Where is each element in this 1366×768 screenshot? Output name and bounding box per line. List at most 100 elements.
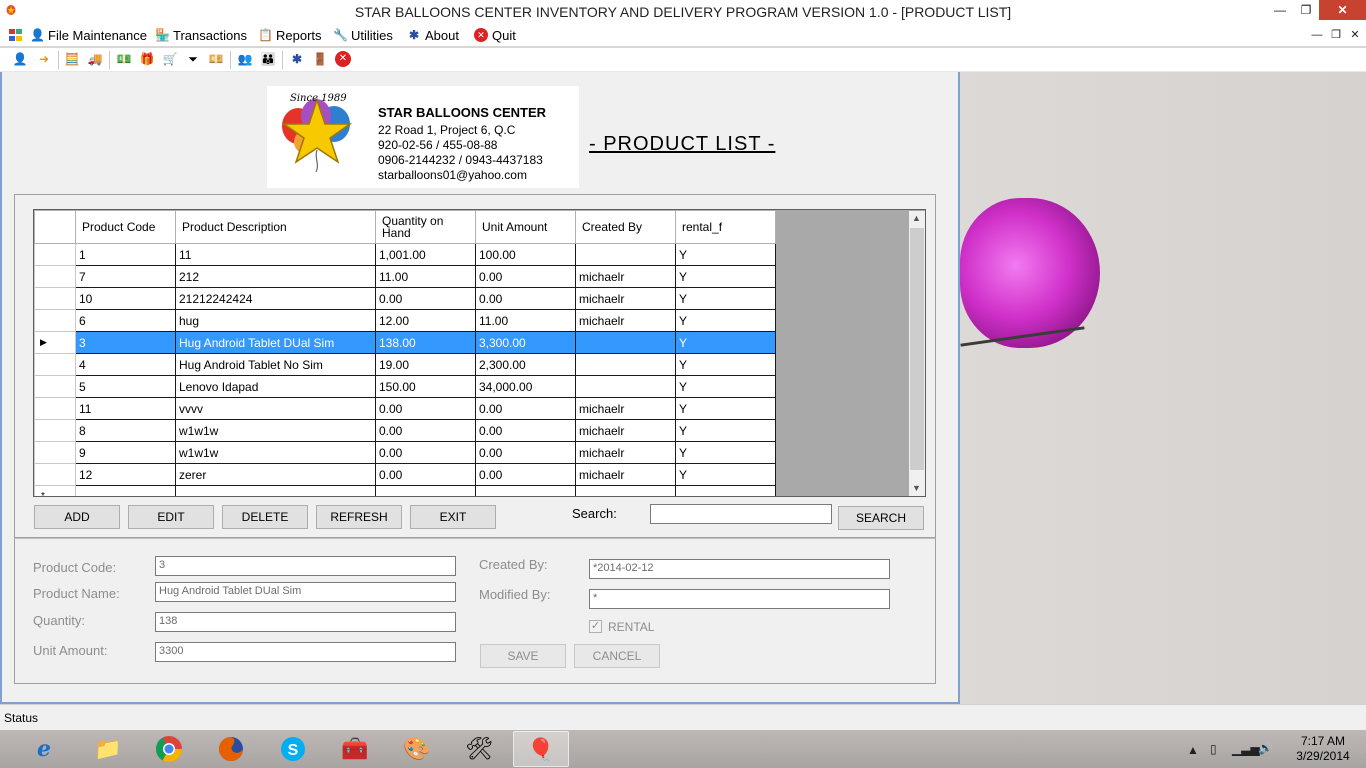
- column-header-product-description[interactable]: Product Description: [175, 210, 376, 244]
- table-cell[interactable]: 12.00: [375, 309, 476, 332]
- table-cell[interactable]: hug: [175, 309, 376, 332]
- mdi-minimize-button[interactable]: —: [1308, 26, 1326, 44]
- modified-by-field[interactable]: *: [589, 589, 890, 609]
- scroll-up-icon[interactable]: ▲: [912, 213, 921, 223]
- table-row[interactable]: 8 w1w1w 0.00 0.00 michaelr Y: [34, 419, 776, 442]
- firefox-icon[interactable]: [203, 731, 259, 767]
- app-icon[interactable]: 🧰: [327, 731, 383, 767]
- table-cell[interactable]: 7: [75, 265, 176, 288]
- system-clock[interactable]: 7:17 AM 3/29/2014: [1285, 734, 1361, 764]
- signal-icon[interactable]: ▁▃▅: [1232, 742, 1260, 756]
- table-cell[interactable]: 0.00: [375, 287, 476, 310]
- row-header[interactable]: [34, 243, 76, 266]
- table-cell[interactable]: 0.00: [475, 287, 576, 310]
- explorer-icon[interactable]: 📁: [80, 731, 136, 767]
- battery-icon[interactable]: ▯: [1210, 742, 1217, 756]
- table-cell[interactable]: Y: [675, 331, 776, 354]
- table-cell[interactable]: 0.00: [375, 441, 476, 464]
- column-header-quantity[interactable]: Quantity on Hand: [375, 210, 476, 244]
- cancel-button[interactable]: CANCEL: [574, 644, 660, 668]
- table-cell[interactable]: michaelr: [575, 309, 676, 332]
- row-header[interactable]: [34, 397, 76, 420]
- table-cell[interactable]: 19.00: [375, 353, 476, 376]
- mdi-restore-button[interactable]: ❐: [1327, 26, 1345, 44]
- table-cell[interactable]: [675, 485, 776, 496]
- table-cell[interactable]: 138.00: [375, 331, 476, 354]
- unit-amount-field[interactable]: 3300: [155, 642, 456, 662]
- gift-icon[interactable]: 🎁: [139, 51, 155, 67]
- balloon-app-icon[interactable]: 🎈: [513, 731, 569, 767]
- table-cell[interactable]: 9: [75, 441, 176, 464]
- row-header[interactable]: [34, 441, 76, 464]
- table-cell[interactable]: 0.00: [475, 265, 576, 288]
- table-cell[interactable]: zerer: [175, 463, 376, 486]
- table-cell[interactable]: 3: [75, 331, 176, 354]
- money-icon[interactable]: 💵: [116, 51, 132, 67]
- table-cell[interactable]: 0.00: [475, 419, 576, 442]
- table-row[interactable]: 9 w1w1w 0.00 0.00 michaelr Y: [34, 441, 776, 464]
- user-icon[interactable]: 👤: [12, 51, 28, 67]
- table-cell[interactable]: 11: [175, 243, 376, 266]
- cart-icon[interactable]: 🛒: [162, 51, 178, 67]
- close-circle-icon[interactable]: ✕: [335, 51, 351, 67]
- table-cell[interactable]: 212: [175, 265, 376, 288]
- table-cell[interactable]: Y: [675, 441, 776, 464]
- table-cell[interactable]: Y: [675, 419, 776, 442]
- table-cell[interactable]: 10: [75, 287, 176, 310]
- exit-button[interactable]: EXIT: [410, 505, 496, 529]
- table-cell[interactable]: 0.00: [375, 397, 476, 420]
- table-cell[interactable]: [575, 353, 676, 376]
- info-icon[interactable]: ✱: [289, 51, 305, 67]
- table-row[interactable]: 1 11 1,001.00 100.00 Y: [34, 243, 776, 266]
- table-cell[interactable]: 4: [75, 353, 176, 376]
- column-header-product-code[interactable]: Product Code: [75, 210, 176, 244]
- delete-button[interactable]: DELETE: [222, 505, 308, 529]
- table-row[interactable]: 4 Hug Android Tablet No Sim 19.00 2,300.00 Y: [34, 353, 776, 376]
- close-button[interactable]: ✕: [1319, 0, 1366, 20]
- table-cell[interactable]: [75, 485, 176, 496]
- menu-quit[interactable]: ✕ Quit: [474, 27, 516, 43]
- edit-button[interactable]: EDIT: [128, 505, 214, 529]
- table-cell[interactable]: Y: [675, 265, 776, 288]
- table-cell[interactable]: w1w1w: [175, 441, 376, 464]
- calculator-icon[interactable]: 🧮: [64, 51, 80, 67]
- add-button[interactable]: ADD: [34, 505, 120, 529]
- table-cell[interactable]: vvvv: [175, 397, 376, 420]
- refresh-button[interactable]: REFRESH: [316, 505, 402, 529]
- volume-icon[interactable]: 🔊: [1258, 741, 1273, 755]
- group-icon[interactable]: 👪: [260, 51, 276, 67]
- table-cell[interactable]: [575, 243, 676, 266]
- table-cell[interactable]: 6: [75, 309, 176, 332]
- menu-transactions[interactable]: 🏪 Transactions: [155, 27, 247, 43]
- table-row[interactable]: 11 vvvv 0.00 0.00 michaelr Y: [34, 397, 776, 420]
- scroll-down-icon[interactable]: ▼: [912, 483, 921, 493]
- skype-icon[interactable]: S: [265, 731, 321, 767]
- table-cell[interactable]: michaelr: [575, 265, 676, 288]
- truck-icon[interactable]: 🚚: [87, 51, 103, 67]
- menu-about[interactable]: ✱ About: [407, 27, 459, 43]
- table-cell[interactable]: 100.00: [475, 243, 576, 266]
- table-cell[interactable]: michaelr: [575, 441, 676, 464]
- table-cell[interactable]: michaelr: [575, 463, 676, 486]
- row-header[interactable]: [34, 353, 76, 376]
- table-cell[interactable]: Hug Android Tablet No Sim: [175, 353, 376, 376]
- table-cell[interactable]: michaelr: [575, 419, 676, 442]
- table-cell[interactable]: 11.00: [375, 265, 476, 288]
- table-row[interactable]: 7 212 11.00 0.00 michaelr Y: [34, 265, 776, 288]
- save-button[interactable]: SAVE: [480, 644, 566, 668]
- cash-icon[interactable]: 💴: [208, 51, 224, 67]
- table-cell[interactable]: 150.00: [375, 375, 476, 398]
- row-header[interactable]: ▶: [34, 331, 76, 354]
- table-cell[interactable]: 11.00: [475, 309, 576, 332]
- paint-icon[interactable]: 🎨: [389, 731, 445, 767]
- table-cell[interactable]: [175, 485, 376, 496]
- menu-reports[interactable]: 📋 Reports: [258, 27, 322, 43]
- table-cell[interactable]: [575, 485, 676, 496]
- table-cell[interactable]: 1: [75, 243, 176, 266]
- new-row-marker[interactable]: *: [34, 485, 76, 496]
- table-row[interactable]: 12 zerer 0.00 0.00 michaelr Y: [34, 463, 776, 486]
- new-row[interactable]: *: [34, 485, 776, 496]
- row-header[interactable]: [34, 309, 76, 332]
- mdi-close-button[interactable]: ✕: [1346, 26, 1364, 44]
- row-header[interactable]: [34, 287, 76, 310]
